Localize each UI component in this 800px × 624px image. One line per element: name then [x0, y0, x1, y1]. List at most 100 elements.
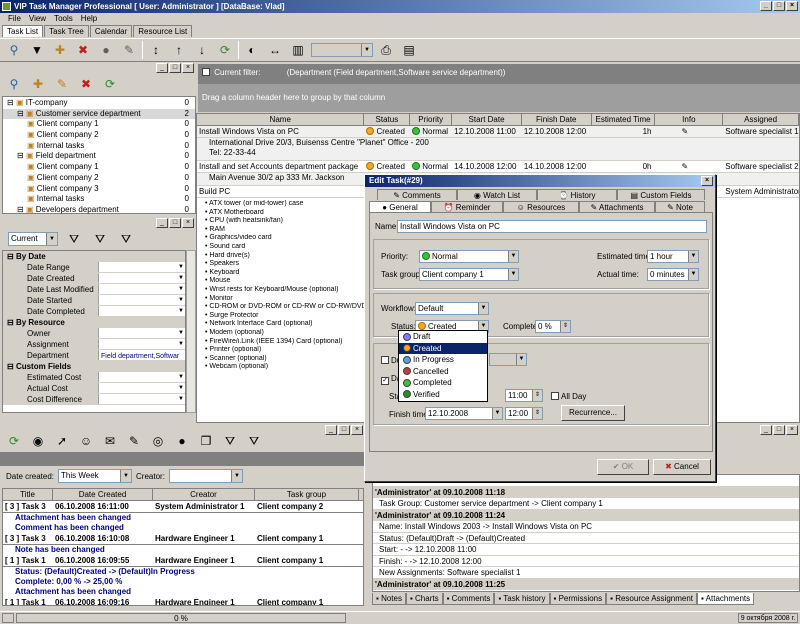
- expand-toggle-icon[interactable]: ⊟: [17, 151, 26, 160]
- ok-button[interactable]: ✔ OK: [597, 459, 649, 475]
- dropdown-arrow-icon[interactable]: ▼: [178, 262, 184, 273]
- panel-min-button[interactable]: _: [156, 63, 168, 73]
- col-task-group[interactable]: Task group: [255, 489, 359, 500]
- tab-charts[interactable]: ▪ Charts: [405, 593, 443, 605]
- dropdown-arrow-icon[interactable]: ▼: [178, 306, 184, 317]
- arrow-icon[interactable]: ➚: [52, 432, 72, 450]
- panel-close-button[interactable]: ×: [182, 63, 194, 73]
- panel-max-button[interactable]: □: [169, 63, 181, 73]
- dropdown-arrow-icon[interactable]: ▼: [178, 372, 184, 383]
- menu-view[interactable]: View: [29, 13, 46, 25]
- col-priority[interactable]: Priority: [410, 114, 453, 125]
- prop-row[interactable]: Owner ▼: [3, 328, 185, 339]
- table-row[interactable]: [ 3 ] Task 3 06.10.2008 16:11:00 System Ad…: [3, 501, 363, 513]
- status-option[interactable]: Verified: [399, 389, 487, 401]
- col-assigned[interactable]: Assigned: [723, 114, 799, 125]
- tree-add-icon[interactable]: ✚: [28, 75, 48, 93]
- workflow-select[interactable]: Default ▼: [415, 302, 489, 315]
- dropdown-icon[interactable]: ▼: [27, 41, 47, 59]
- dialog-close-button[interactable]: ×: [701, 176, 713, 186]
- view-icon[interactable]: ◐: [242, 41, 262, 59]
- collapse-icon[interactable]: ⊟: [7, 318, 16, 327]
- table-row[interactable]: [ 3 ] Task 3 06.10.2008 16:10:08 Hardware …: [3, 533, 363, 545]
- prop-row[interactable]: Date Completed ▼: [3, 306, 185, 317]
- attach-icon[interactable]: ✎: [124, 432, 144, 450]
- tab-resource-assignment[interactable]: ▪ Resource Assignment: [606, 593, 698, 605]
- col-date-created[interactable]: Date Created: [53, 489, 153, 500]
- menu-file[interactable]: File: [8, 13, 21, 25]
- col-name[interactable]: Name: [197, 114, 365, 125]
- funnel3-icon[interactable]: ⛛: [244, 432, 264, 450]
- funnel-clear-icon[interactable]: ⛛: [116, 230, 136, 248]
- prop-row[interactable]: Estimated Cost ▼: [3, 372, 185, 383]
- dropdown-arrow-icon[interactable]: ▼: [178, 394, 184, 405]
- actual-time-select[interactable]: 0 minutes ▼: [647, 268, 699, 281]
- copy-icon[interactable]: ❐: [196, 432, 216, 450]
- status-option[interactable]: In Progress: [399, 354, 487, 366]
- tab-note[interactable]: ✎ Note: [655, 201, 705, 212]
- prop-row[interactable]: Date Last Modified ▼: [3, 284, 185, 295]
- funnel-icon[interactable]: ⛛: [64, 230, 84, 248]
- col-finish-date[interactable]: Finish Date: [522, 114, 592, 125]
- tab-notes[interactable]: ▪ Notes: [372, 593, 406, 605]
- funnel-add-icon[interactable]: ⛛: [90, 230, 110, 248]
- export-icon[interactable]: ▤: [399, 41, 419, 59]
- table-row[interactable]: [ 1 ] Task 1 06.10.2008 16:09:55 Hardware …: [3, 555, 363, 567]
- complete-spinner[interactable]: 0 % ⇕: [535, 320, 571, 333]
- tree-item[interactable]: ▣ Internal tasks 0: [3, 141, 195, 152]
- table-row[interactable]: [ 1 ] Task 1 06.10.2008 16:09:16 Hardware …: [3, 597, 363, 605]
- info-note-icon[interactable]: ✎: [681, 162, 688, 171]
- expand-icon[interactable]: ↔: [265, 41, 285, 59]
- funnel2-icon[interactable]: ⛛: [220, 432, 240, 450]
- prop-row[interactable]: Cost Difference ▼: [3, 394, 185, 405]
- recurrence-button[interactable]: Recurrence...: [561, 405, 625, 421]
- refresh-green-icon[interactable]: ⟳: [4, 432, 24, 450]
- dropdown-arrow-icon[interactable]: ▼: [178, 295, 184, 306]
- props-max-button[interactable]: □: [169, 218, 181, 228]
- status-option[interactable]: Created: [399, 342, 487, 354]
- tree-item[interactable]: ⊟ ▣ Developers department 0: [3, 205, 195, 216]
- tree-item[interactable]: ▣ Client company 1 0: [3, 119, 195, 130]
- tab-reminder[interactable]: ⏰ Reminder: [431, 201, 503, 212]
- task-edit-icon[interactable]: ✎: [119, 41, 139, 59]
- tab-history[interactable]: ⌚ History: [537, 189, 617, 200]
- dropdown-arrow-icon[interactable]: ▼: [178, 284, 184, 295]
- user-icon[interactable]: ☺: [76, 432, 96, 450]
- dropdown-arrow-icon[interactable]: ▼: [178, 383, 184, 394]
- collapse-icon[interactable]: ⊟: [7, 252, 16, 261]
- props-scrollbar[interactable]: [186, 250, 196, 413]
- columns-icon[interactable]: ▥: [288, 41, 308, 59]
- props-close-button[interactable]: ×: [182, 218, 194, 228]
- mail-icon[interactable]: ✉: [100, 432, 120, 450]
- move-up-icon[interactable]: ↑: [169, 41, 189, 59]
- expand-toggle-icon[interactable]: ⊟: [17, 205, 26, 214]
- expand-toggle-icon[interactable]: ⊟: [7, 98, 16, 107]
- col-title[interactable]: Title: [3, 489, 53, 500]
- refresh-icon[interactable]: ⟳: [215, 41, 235, 59]
- status-option[interactable]: Cancelled: [399, 366, 487, 378]
- prop-value[interactable]: ▼: [99, 394, 185, 404]
- prop-value[interactable]: Field department,Softwar: [99, 350, 185, 360]
- delete-task-icon[interactable]: ✖: [73, 41, 93, 59]
- status-option[interactable]: Completed: [399, 377, 487, 389]
- tree-filter-icon[interactable]: ⚲: [4, 75, 24, 93]
- close-button[interactable]: ×: [786, 1, 798, 11]
- print-icon[interactable]: ⎙: [376, 41, 396, 59]
- tab-comments[interactable]: ✎ Comments: [377, 189, 457, 200]
- prop-row[interactable]: Date Range ▼: [3, 262, 185, 273]
- cancel-button[interactable]: ✖ Cancel: [653, 459, 711, 475]
- dropdown-arrow-icon[interactable]: ▼: [178, 273, 184, 284]
- due-date-select[interactable]: ▼: [489, 353, 527, 366]
- tab-resource-list[interactable]: Resource List: [133, 25, 193, 37]
- sort-icon[interactable]: ↕: [146, 41, 166, 59]
- prop-value[interactable]: ▼: [99, 273, 185, 283]
- col-creator[interactable]: Creator: [153, 489, 255, 500]
- prop-value[interactable]: ▼: [99, 383, 185, 393]
- dropdown-arrow-icon[interactable]: ▼: [178, 339, 184, 350]
- menu-help[interactable]: Help: [81, 13, 97, 25]
- prop-section-header[interactable]: ⊟ Custom Fields: [3, 361, 185, 372]
- tree-item[interactable]: ⊟ ▣ Customer service department 2: [3, 108, 195, 120]
- add-task-icon[interactable]: ✚: [50, 41, 70, 59]
- col-info[interactable]: Info: [655, 114, 724, 125]
- prop-value[interactable]: ▼: [99, 372, 185, 382]
